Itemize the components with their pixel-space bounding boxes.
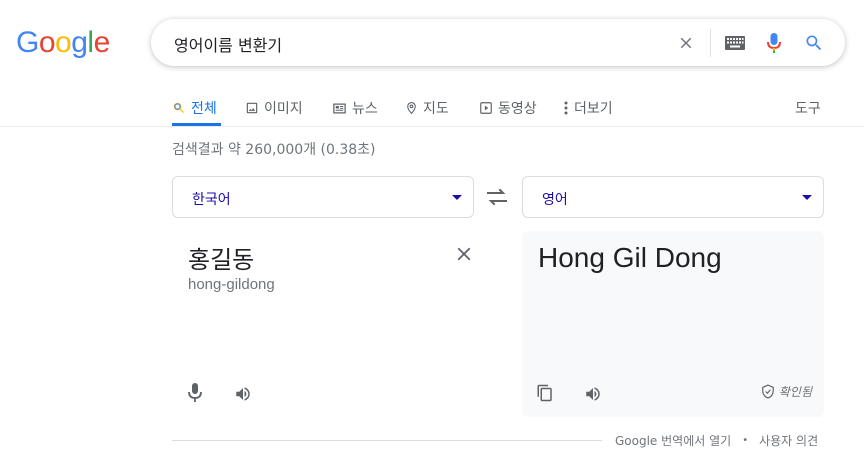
logo-letter-o2: o: [55, 26, 72, 59]
active-tab-indicator: [172, 123, 221, 126]
source-language-select[interactable]: 한국어: [172, 176, 474, 218]
shield-check-icon: [762, 384, 774, 399]
microphone-icon: [767, 33, 781, 53]
tab-all[interactable]: 전체: [172, 93, 217, 123]
tab-more[interactable]: 더보기: [563, 93, 613, 123]
speaker-icon: [586, 387, 600, 401]
search-divider: [710, 29, 711, 57]
keyboard-button[interactable]: [721, 29, 749, 57]
source-text-input[interactable]: 홍길동: [188, 240, 254, 275]
logo-letter-e: e: [93, 26, 111, 59]
clear-search-button[interactable]: [672, 29, 700, 57]
search-tabs: 전체 이미지 뉴스 지도 동영상 더보기 도구: [0, 88, 864, 127]
copy-translation-button[interactable]: [533, 381, 557, 405]
logo-letter-g2: g: [71, 26, 88, 59]
tab-maps[interactable]: 지도: [405, 93, 449, 123]
clear-source-icon[interactable]: [453, 243, 475, 265]
logo-letter-g: G: [16, 26, 39, 59]
search-box[interactable]: 영어이름 변환기: [151, 19, 845, 66]
search-icon: [806, 35, 822, 51]
target-language-label: 영어: [542, 192, 568, 208]
target-text: Hong Gil Dong: [538, 242, 722, 273]
tab-label: 전체: [191, 101, 217, 117]
verified-badge: 확인됨: [761, 383, 812, 400]
footer-links: Google 번역에서 열기 • 사용자 의견: [615, 432, 818, 449]
speaker-icon: [236, 387, 250, 401]
tab-label: 이미지: [264, 101, 303, 117]
search-icon: [173, 102, 184, 113]
feedback-link[interactable]: 사용자 의견: [759, 432, 818, 449]
source-romanization: hong-gildong: [188, 276, 275, 293]
tab-label: 지도: [423, 101, 449, 117]
video-icon: [480, 102, 492, 114]
google-logo[interactable]: Google: [16, 26, 110, 60]
map-pin-icon: [407, 102, 416, 115]
footer-separator: •: [742, 435, 749, 446]
source-mic-button[interactable]: [183, 381, 207, 405]
tab-label: 뉴스: [352, 101, 378, 117]
tab-images[interactable]: 이미지: [245, 93, 303, 123]
news-icon: [333, 103, 346, 113]
source-listen-button[interactable]: [231, 382, 255, 406]
keyboard-icon: [725, 36, 745, 50]
tab-label: 동영상: [498, 101, 537, 117]
tools-label: 도구: [795, 101, 821, 117]
caret-down-icon: [452, 195, 462, 200]
tab-videos[interactable]: 동영상: [479, 93, 537, 123]
tab-label: 더보기: [574, 101, 613, 117]
logo-letter-o1: o: [38, 26, 56, 59]
target-language-select[interactable]: 영어: [522, 176, 824, 218]
caret-down-icon: [802, 195, 812, 200]
open-in-translate-link[interactable]: Google 번역에서 열기: [615, 432, 731, 449]
more-vert-icon: [564, 101, 568, 115]
tab-news[interactable]: 뉴스: [332, 93, 378, 123]
swap-languages-icon[interactable]: [485, 186, 509, 208]
result-stats: 검색결과 약 260,000개 (0.38초): [172, 142, 376, 158]
image-icon: [246, 102, 258, 114]
target-panel: Hong Gil Dong 확인됨: [522, 231, 824, 417]
tools-button[interactable]: 도구: [795, 93, 821, 123]
search-input[interactable]: 영어이름 변환기: [174, 32, 282, 56]
verified-label: 확인됨: [778, 385, 812, 399]
microphone-icon: [188, 383, 202, 402]
target-listen-button[interactable]: [581, 382, 605, 406]
source-language-label: 한국어: [192, 192, 231, 208]
close-icon: [680, 37, 692, 49]
voice-search-button[interactable]: [760, 29, 788, 57]
copy-icon: [537, 384, 552, 402]
footer-divider: [172, 440, 602, 441]
search-button[interactable]: [800, 29, 828, 57]
